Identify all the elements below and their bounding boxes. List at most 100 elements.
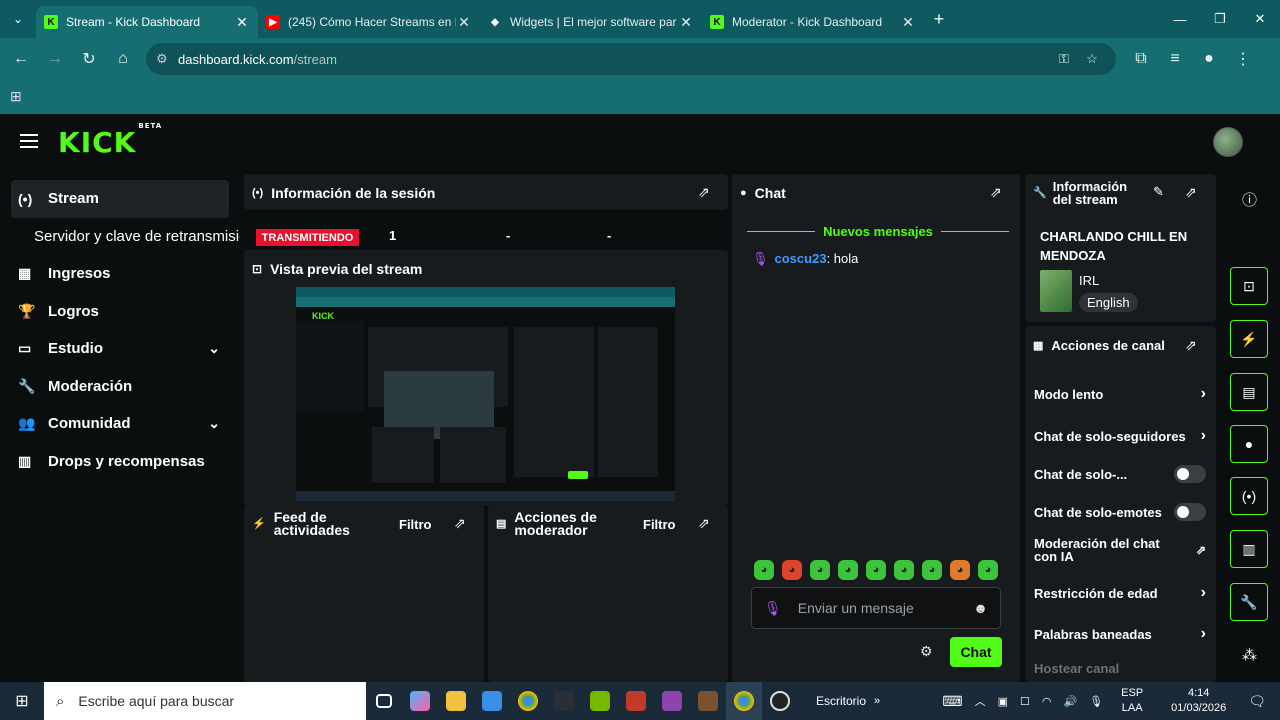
tray-icon[interactable]: ☐ <box>1020 695 1030 708</box>
sidebar-item-logros[interactable]: 🏆 Logros <box>0 293 240 331</box>
apps-grid-icon[interactable]: ⊞ <box>10 88 22 105</box>
more-icon[interactable]: ⁂ <box>1242 646 1257 664</box>
chrome-icon[interactable] <box>726 682 762 720</box>
slow-mode-action[interactable]: Modo lento › <box>1034 385 1206 403</box>
volume-icon[interactable]: 🔊 <box>1063 695 1077 708</box>
restore-icon[interactable]: ❐ <box>1200 0 1240 38</box>
popout-icon[interactable]: ⇗ <box>1185 337 1197 354</box>
clock[interactable]: 4:14 01/03/2026 <box>1165 686 1232 716</box>
copilot-icon[interactable] <box>402 682 438 720</box>
lang-indicator[interactable]: ESP LAA <box>1115 686 1149 716</box>
close-tab-icon[interactable]: ✕ <box>678 14 694 31</box>
browser-tab[interactable]: ◆ Widgets | El mejor software par ✕ <box>480 6 702 38</box>
sidebar-item-comunidad[interactable]: 👥 Comunidad ⌄ <box>0 405 240 443</box>
banned-words-action[interactable]: Palabras baneadas › <box>1034 625 1206 643</box>
chrome-icon[interactable] <box>510 682 546 720</box>
taskbar-search[interactable]: ⌕ Escribe aquí para buscar <box>44 682 366 720</box>
extensions-icon[interactable]: ⧉ <box>1124 42 1158 76</box>
document-icon[interactable]: ▤ <box>1230 373 1268 411</box>
layout-icon[interactable]: ▥ <box>1230 530 1268 568</box>
mic-tray-icon[interactable]: 🎙 <box>1089 695 1103 708</box>
emote-icon[interactable]: ◕ <box>838 560 858 580</box>
popout-icon[interactable]: ⇗ <box>454 515 466 532</box>
emote-icon[interactable]: ◕ <box>978 560 998 580</box>
sidebar-item-moderacion[interactable]: 🔧 Moderación <box>0 368 240 406</box>
url-bar[interactable]: ⚙ dashboard.kick.com/stream ⚿ ☆ <box>146 43 1116 75</box>
age-restriction-action[interactable]: Restricción de edad › <box>1034 584 1206 602</box>
close-tab-icon[interactable]: ✕ <box>456 14 472 31</box>
browser-tab[interactable]: ▶ (245) Cómo Hacer Streams en K ✕ <box>258 6 480 38</box>
nvidia-icon[interactable] <box>582 682 618 720</box>
emote-icon[interactable]: ◕ <box>810 560 830 580</box>
hamburger-menu-icon[interactable] <box>20 134 38 148</box>
preview-toggle-icon[interactable]: ⊡ <box>1230 267 1268 305</box>
emote-icon[interactable]: ◕ <box>922 560 942 580</box>
browser-tab[interactable]: K Moderator - Kick Dashboard ✕ <box>702 6 924 38</box>
sidebar-item-drops[interactable]: ▥ Drops y recompensas <box>0 443 240 481</box>
profile-icon[interactable]: ● <box>1192 42 1226 76</box>
broadcast-icon[interactable]: (•) <box>1230 477 1268 515</box>
close-window-icon[interactable]: ✕ <box>1240 0 1280 38</box>
avatar[interactable] <box>1213 127 1243 157</box>
file-explorer-icon[interactable] <box>438 682 474 720</box>
stream-preview-video[interactable]: KICK <box>296 287 675 501</box>
forward-icon[interactable]: → <box>38 42 72 76</box>
back-icon[interactable]: ← <box>4 42 38 76</box>
info-icon[interactable]: ⓘ <box>1242 189 1257 210</box>
emote-icon[interactable]: ◕ <box>950 560 970 580</box>
chevron-up-icon[interactable]: ︿ <box>975 693 986 709</box>
send-chat-button[interactable]: Chat <box>950 637 1002 667</box>
keyboard-icon[interactable]: ⌨ <box>942 693 962 710</box>
chat-bubble-icon[interactable]: ● <box>1230 425 1268 463</box>
task-view-icon[interactable] <box>366 682 402 720</box>
obs-icon[interactable] <box>762 682 798 720</box>
emote-icon[interactable]: ◕ <box>782 560 802 580</box>
emote-icon[interactable]: ◕ <box>754 560 774 580</box>
filter-button[interactable]: Filtro <box>643 517 676 532</box>
browser-tab[interactable]: K Stream - Kick Dashboard ✕ <box>36 6 258 38</box>
ai-moderation-action[interactable]: Moderación del chat con IA ⇗ <box>1034 537 1206 563</box>
subscribers-only-action[interactable]: Chat de solo-... <box>1034 465 1206 483</box>
davinci-icon[interactable] <box>546 682 582 720</box>
desktop-label[interactable]: Escritorio <box>816 694 866 708</box>
subscribers-only-toggle[interactable] <box>1174 465 1206 483</box>
kick-logo[interactable]: KICKBETA <box>58 122 162 159</box>
wifi-icon[interactable]: ◠ <box>1042 695 1052 708</box>
sidebar-item-ingresos[interactable]: ▦ Ingresos <box>0 255 240 293</box>
minimize-icon[interactable]: — <box>1160 0 1200 38</box>
new-tab-button[interactable]: + <box>924 9 954 30</box>
notification-icon[interactable]: 🗨 <box>1248 693 1266 710</box>
sidebar-item-server-key[interactable]: Servidor y clave de retransmisión <box>0 218 240 256</box>
emotes-only-action[interactable]: Chat de solo-emotes <box>1034 503 1206 521</box>
followers-only-action[interactable]: Chat de solo-seguidores › <box>1034 427 1206 445</box>
reload-icon[interactable]: ↻ <box>72 42 106 76</box>
minecraft-icon[interactable] <box>690 682 726 720</box>
site-info-icon[interactable]: ⚙ <box>156 51 178 67</box>
chevron-icon[interactable]: » <box>874 695 880 707</box>
tab-search-button[interactable]: ⌄ <box>0 0 36 38</box>
app-icon[interactable] <box>618 682 654 720</box>
popout-icon[interactable]: ⇗ <box>990 184 1002 201</box>
home-icon[interactable]: ⌂ <box>106 42 140 76</box>
sidebar-item-estudio[interactable]: ▭ Estudio ⌄ <box>0 330 240 368</box>
close-tab-icon[interactable]: ✕ <box>900 14 916 31</box>
app-icon[interactable] <box>654 682 690 720</box>
lightning-icon[interactable]: ⚡ <box>1230 320 1268 358</box>
emote-icon[interactable]: ◕ <box>894 560 914 580</box>
edit-pencil-icon[interactable]: ✎ <box>1153 184 1164 200</box>
tray-icon[interactable]: ▣ <box>998 695 1008 708</box>
chat-input[interactable]: 🎙 Enviar un mensaje ☻ <box>751 587 1001 629</box>
emoji-icon[interactable]: ☻ <box>973 600 988 616</box>
key-icon[interactable]: ⚿ <box>1050 51 1078 67</box>
popout-icon[interactable]: ⇗ <box>1185 184 1197 201</box>
popout-icon[interactable]: ⇗ <box>698 515 710 532</box>
bookmark-star-icon[interactable]: ☆ <box>1078 51 1106 67</box>
store-icon[interactable] <box>474 682 510 720</box>
media-icon[interactable]: ≡ <box>1158 42 1192 76</box>
chat-username[interactable]: coscu23 <box>775 251 827 266</box>
emote-icon[interactable]: ◕ <box>866 560 886 580</box>
close-tab-icon[interactable]: ✕ <box>234 14 250 31</box>
wrench-icon[interactable]: 🔧 <box>1230 583 1268 621</box>
menu-icon[interactable]: ⋮ <box>1226 42 1260 76</box>
popout-icon[interactable]: ⇗ <box>698 184 710 201</box>
